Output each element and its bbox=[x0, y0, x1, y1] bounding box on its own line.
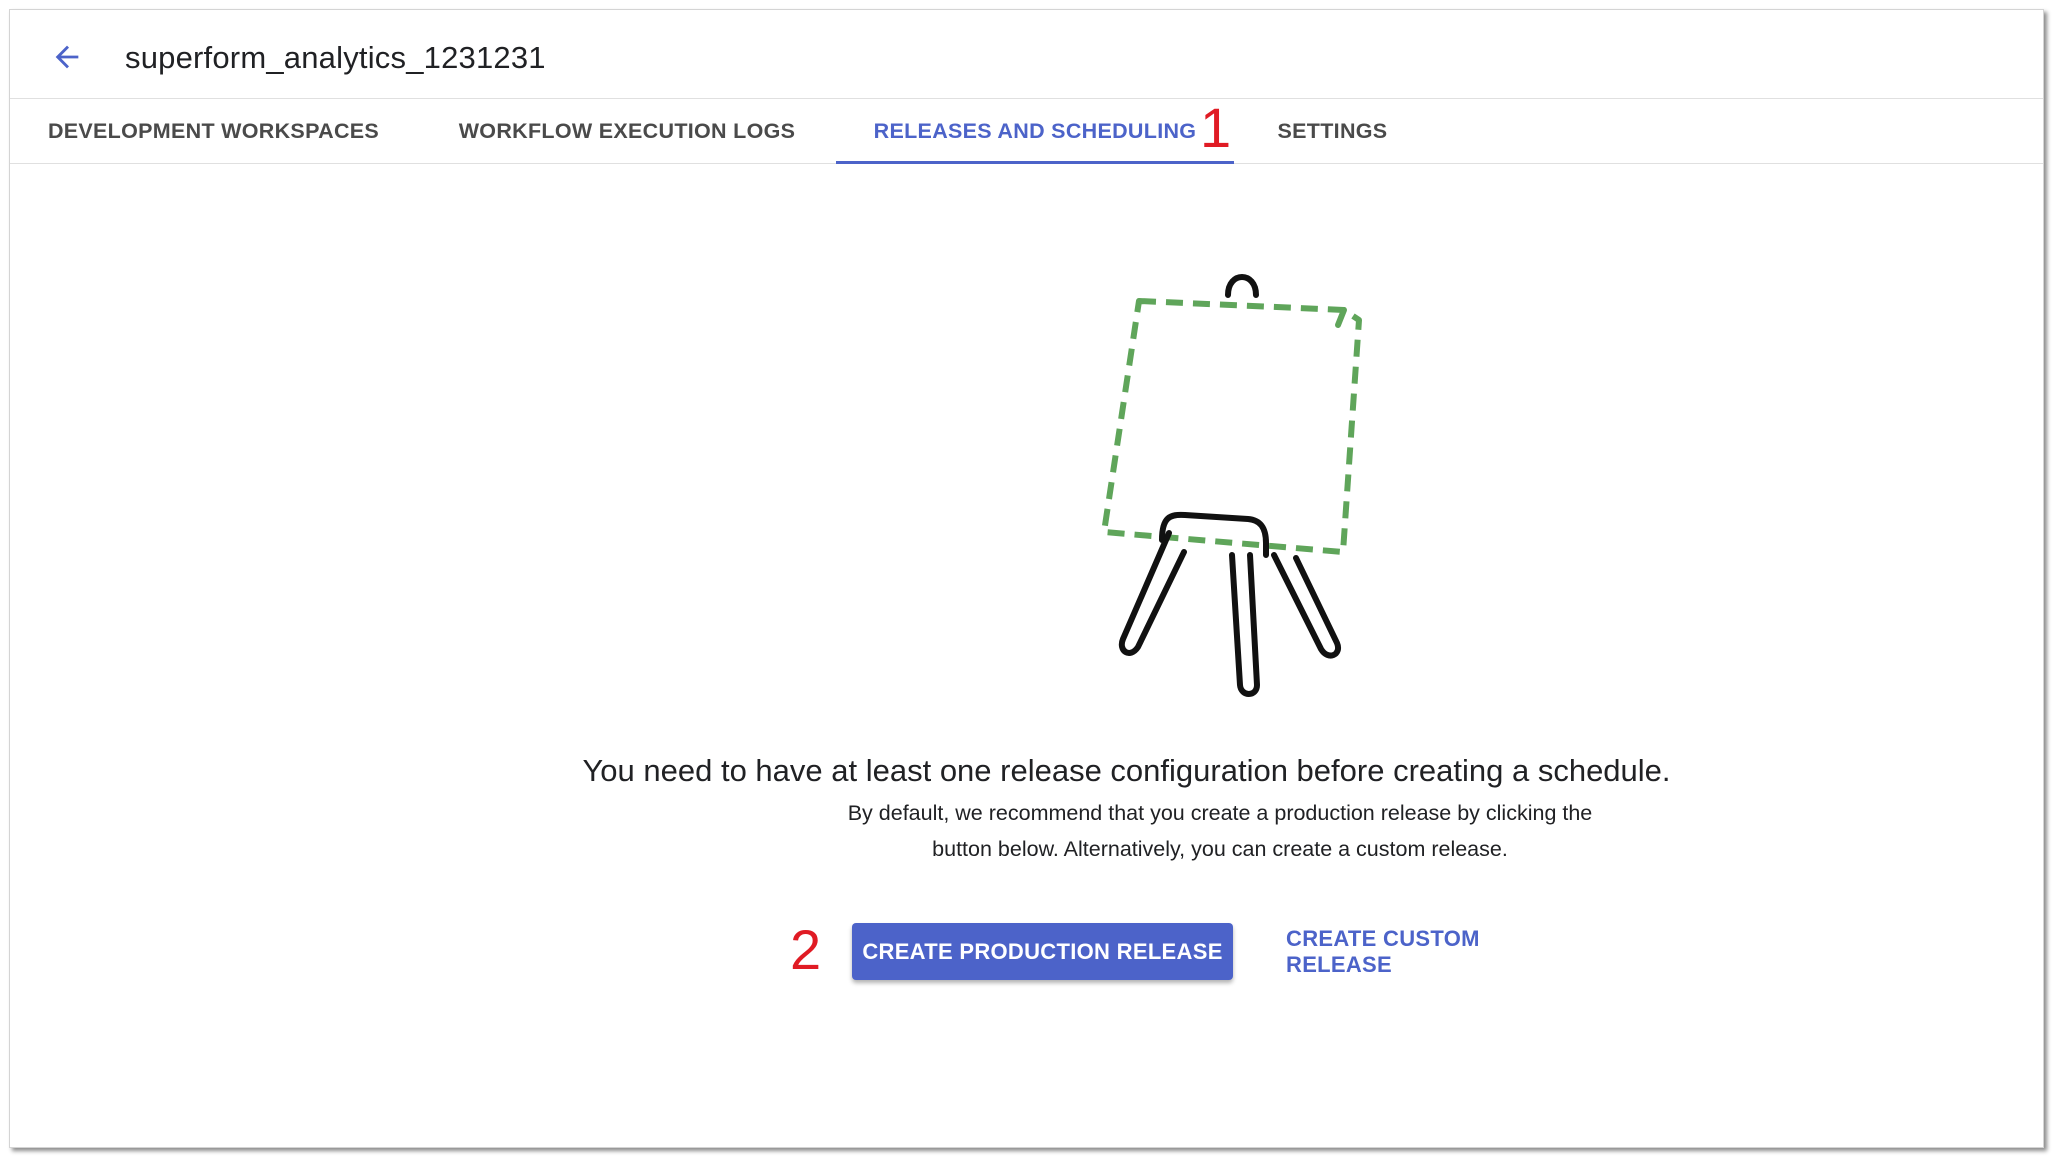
create-production-release-button[interactable]: CREATE PRODUCTION RELEASE bbox=[852, 923, 1233, 980]
annotation-marker-2: 2 bbox=[790, 918, 822, 981]
back-button[interactable] bbox=[40, 30, 94, 84]
app-window: superform_analytics_1231231 DEVELOPMENT … bbox=[9, 9, 2044, 1148]
tab-bar: DEVELOPMENT WORKSPACES WORKFLOW EXECUTIO… bbox=[10, 99, 2043, 164]
empty-state-description-line-1: By default, we recommend that you create… bbox=[847, 801, 1593, 825]
easel-icon bbox=[1101, 274, 1362, 697]
page-header: superform_analytics_1231231 bbox=[10, 10, 2043, 99]
create-custom-release-button[interactable]: CREATE CUSTOM RELEASE bbox=[1272, 923, 1592, 980]
tab-development-workspaces[interactable]: DEVELOPMENT WORKSPACES bbox=[10, 99, 417, 163]
tab-workflow-execution-logs[interactable]: WORKFLOW EXECUTION LOGS bbox=[423, 99, 831, 163]
empty-state-description-line-2: button below. Alternatively, you can cre… bbox=[932, 837, 1508, 861]
empty-state-heading: You need to have at least one release co… bbox=[582, 753, 1671, 788]
arrow-left-icon bbox=[55, 45, 79, 69]
tab-releases-and-scheduling[interactable]: RELEASES AND SCHEDULING bbox=[836, 99, 1234, 164]
annotation-marker-1: 1 bbox=[1200, 96, 1232, 159]
page-title: superform_analytics_1231231 bbox=[125, 40, 546, 75]
tab-settings[interactable]: SETTINGS bbox=[1234, 99, 1431, 163]
